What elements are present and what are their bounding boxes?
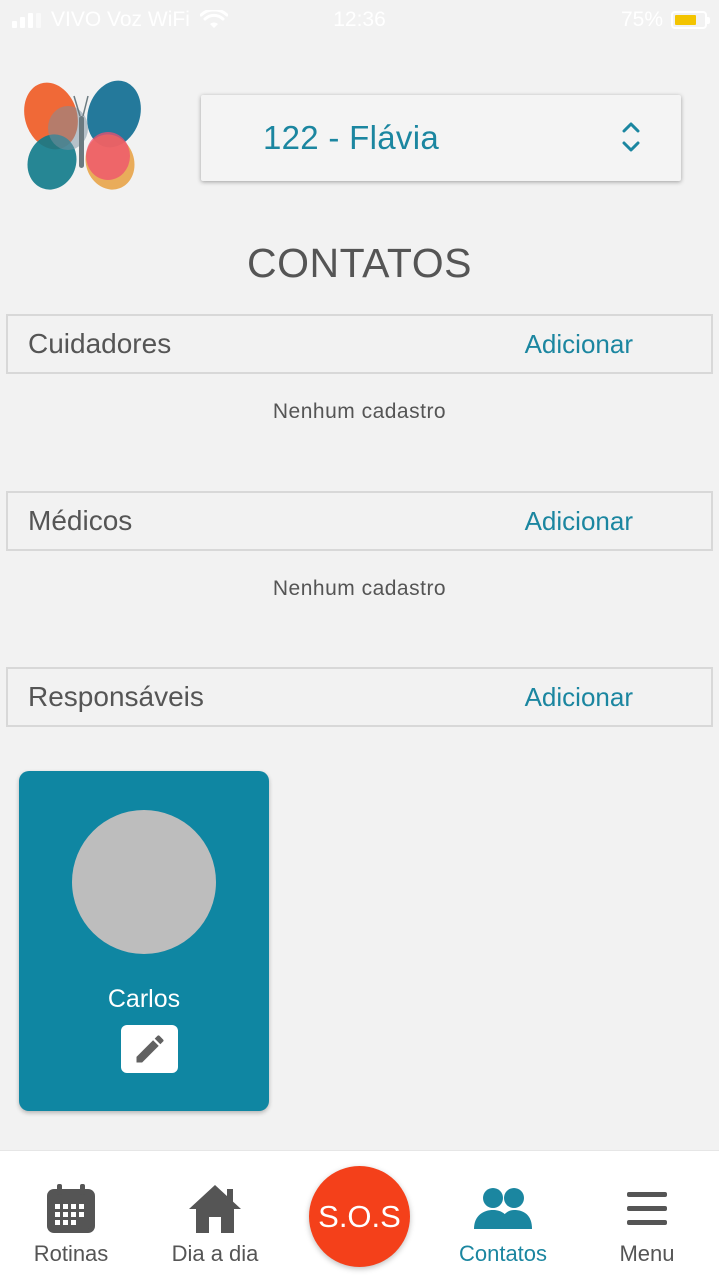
nav-label: Contatos <box>458 1241 548 1266</box>
section-header-responsaveis: Responsáveis Adicionar <box>6 667 713 727</box>
contact-name: Carlos <box>107 985 181 1013</box>
contact-card[interactable]: Carlos <box>19 771 269 1111</box>
nav-label: Menu <box>619 1241 675 1266</box>
edit-contact-button[interactable] <box>121 1025 178 1073</box>
section-title: Responsáveis <box>28 681 204 712</box>
avatar <box>72 810 216 954</box>
nav-label: Dia a dia <box>171 1241 259 1266</box>
battery-percent: 75% <box>620 8 663 31</box>
calendar-icon <box>47 1184 95 1233</box>
add-cuidador-button[interactable]: Adicionar <box>525 329 633 360</box>
status-right: 75% <box>620 8 710 32</box>
patient-select[interactable]: 122 - Flávia <box>201 95 681 181</box>
section-header-cuidadores: Cuidadores Adicionar <box>6 314 713 374</box>
up-down-arrows-icon <box>622 122 640 152</box>
nav-label: Rotinas <box>33 1241 109 1266</box>
sos-button[interactable]: S.O.S <box>309 1166 410 1267</box>
bottom-nav: Rotinas Dia a dia S.O.S Contatos Menu <box>0 1150 719 1280</box>
home-icon <box>189 1185 241 1233</box>
nav-rotinas[interactable]: Rotinas <box>1 1151 141 1280</box>
pencil-icon <box>136 1035 164 1063</box>
nav-dia-a-dia[interactable]: Dia a dia <box>145 1151 285 1280</box>
empty-state-text: Nenhum cadastro <box>272 400 447 423</box>
battery-fill <box>675 15 696 25</box>
battery-icon <box>671 11 710 29</box>
status-time: 12:36 <box>333 8 386 31</box>
page-title: CONTATOS <box>247 240 472 286</box>
nav-menu[interactable]: Menu <box>577 1151 717 1280</box>
hamburger-icon <box>627 1192 667 1225</box>
empty-state-text: Nenhum cadastro <box>272 577 447 600</box>
add-responsavel-button[interactable]: Adicionar <box>525 682 633 713</box>
add-medico-button[interactable]: Adicionar <box>525 506 633 537</box>
patient-select-value: 122 - Flávia <box>263 119 440 156</box>
people-icon <box>474 1188 532 1229</box>
butterfly-logo <box>24 80 141 190</box>
section-header-medicos: Médicos Adicionar <box>6 491 713 551</box>
status-bar: VIVO Voz WiFi 12:36 75% <box>0 0 719 40</box>
section-title: Cuidadores <box>28 328 172 359</box>
nav-contatos[interactable]: Contatos <box>433 1151 573 1280</box>
section-title: Médicos <box>28 505 133 536</box>
